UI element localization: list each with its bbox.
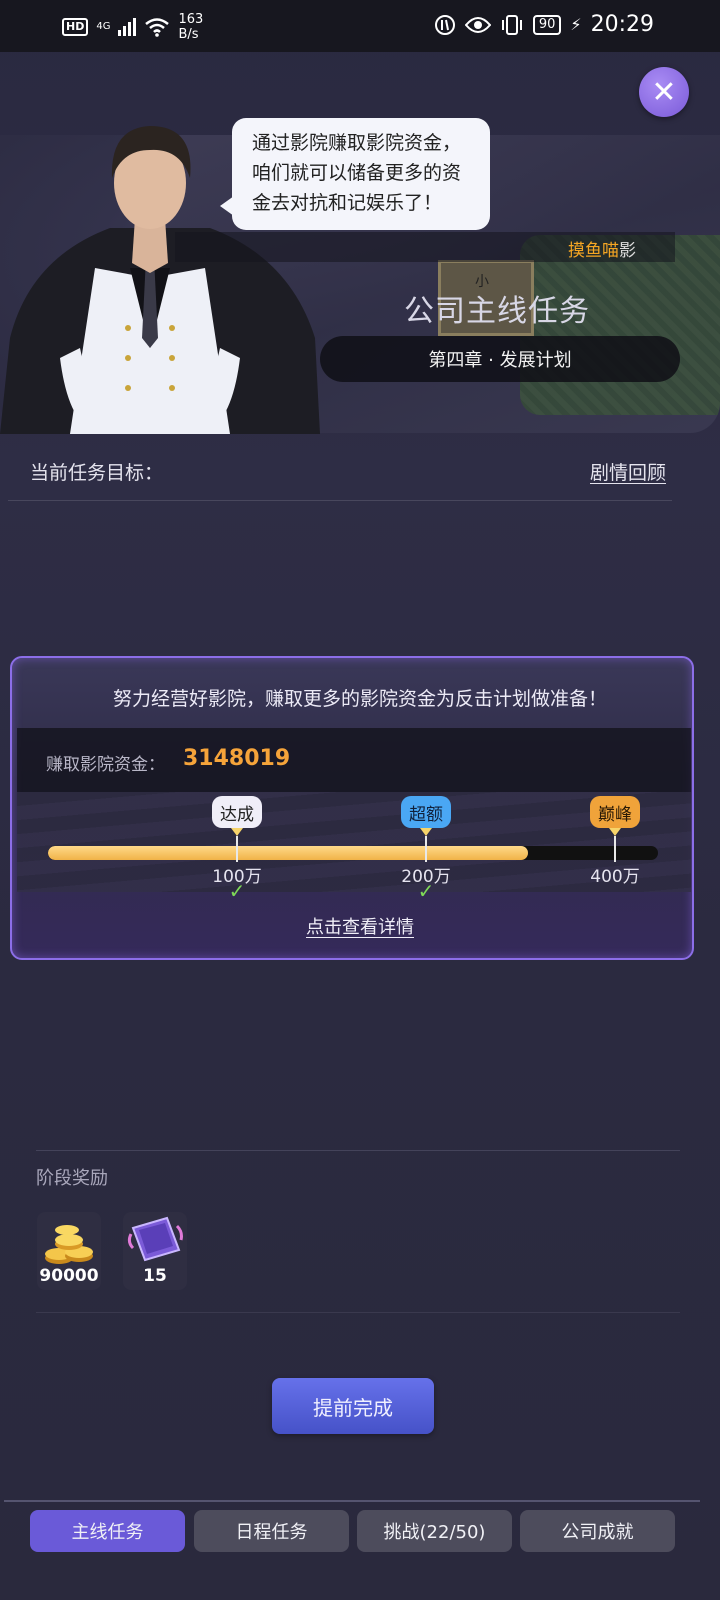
battery-level: 90	[532, 14, 562, 35]
earn-label: 赚取影院资金：	[46, 755, 165, 775]
milestone-value: 400万	[590, 867, 640, 887]
milestone-arrow	[609, 828, 621, 836]
speech-line-3: 金去对抗和记娱乐了！	[252, 192, 443, 214]
status-bar: HD 4G 163 B/s 90 ⚡ 20:29	[0, 0, 720, 52]
finish-early-label: 提前完成	[313, 1395, 393, 1420]
milestone-tick	[614, 836, 616, 862]
speed-value: 163	[178, 12, 204, 27]
story-review-link[interactable]: 剧情回顾	[590, 458, 666, 485]
milestone-tag: 达成	[212, 796, 262, 828]
tab-label: 公司成就	[561, 1522, 634, 1543]
milestone-1: 达成 100万 ✓	[208, 796, 266, 903]
milestone-tag: 巅峰	[590, 796, 640, 828]
reward-amount: 15	[143, 1266, 167, 1286]
watermark: 摸鱼喵影	[568, 236, 636, 261]
tab-label: 日程任务	[235, 1522, 308, 1543]
eye-icon	[464, 16, 491, 33]
milestone-tick	[425, 836, 427, 862]
divider	[8, 500, 672, 501]
finish-early-button[interactable]: 提前完成	[272, 1378, 434, 1434]
chapter-pill: 第四章 · 发展计划	[320, 336, 680, 382]
milestone-tag: 超额	[401, 796, 451, 828]
charging-icon: ⚡	[570, 15, 582, 34]
milestone-arrow	[231, 828, 243, 836]
hd-badge: HD	[62, 18, 89, 36]
vibrate-icon	[501, 14, 522, 35]
progress-fill	[48, 846, 529, 860]
divider	[36, 1312, 680, 1313]
tab-company-achievements[interactable]: 公司成就	[520, 1510, 675, 1552]
tab-main-mission[interactable]: 主线任务	[30, 1510, 185, 1552]
milestone-tick	[236, 836, 238, 862]
network-speed: 163 B/s	[178, 12, 203, 42]
current-goal-label: 当前任务目标：	[30, 462, 164, 484]
signal-icon	[118, 18, 137, 36]
watermark-part-b: 影	[619, 241, 636, 261]
close-button[interactable]: ✕	[639, 67, 689, 117]
tab-label: 挑战(22/50)	[383, 1522, 486, 1543]
check-icon: ✓	[417, 879, 435, 903]
tab-challenges[interactable]: 挑战(22/50)	[357, 1510, 512, 1552]
mission-title: 公司主线任务	[404, 294, 590, 329]
milestone-2: 超额 200万 ✓	[397, 796, 455, 903]
milestone-arrow	[420, 828, 432, 836]
speed-unit: B/s	[178, 27, 199, 42]
check-icon: ✓	[228, 879, 246, 903]
chapter-label: 第四章 · 发展计划	[428, 350, 572, 371]
task-description: 努力经营好影院，赚取更多的影院资金为反击计划做准备！	[112, 688, 607, 710]
progress-bar	[48, 846, 658, 860]
watermark-part-a: 摸鱼喵	[568, 241, 619, 261]
network-type: 4G	[96, 21, 111, 32]
stage-rewards-heading: 阶段奖励	[36, 1168, 108, 1189]
speech-bubble: 通过影院赚取影院资金， 咱们就可以储备更多的资 金去对抗和记娱乐了！	[220, 118, 490, 230]
purple-card-icon	[127, 1216, 183, 1262]
tab-label: 主线任务	[71, 1522, 144, 1543]
earn-value: 3148019	[183, 746, 291, 771]
tab-daily-tasks[interactable]: 日程任务	[194, 1510, 349, 1552]
milestone-3: 巅峰 400万	[586, 796, 644, 887]
reward-amount: 90000	[39, 1266, 99, 1286]
gold-coins-icon	[45, 1225, 93, 1264]
wifi-icon	[145, 18, 170, 37]
data-saver-icon	[434, 14, 455, 35]
speech-line-1: 通过影院赚取影院资金，	[252, 132, 462, 154]
speech-line-2: 咱们就可以储备更多的资	[252, 162, 462, 184]
reward-item-card[interactable]: 15	[123, 1212, 187, 1290]
divider	[36, 1150, 680, 1151]
reward-item-coins[interactable]: 90000	[37, 1212, 101, 1290]
tabbar-divider	[4, 1500, 700, 1502]
clock: 20:29	[590, 12, 654, 37]
view-details-link[interactable]: 点击查看详情	[0, 913, 720, 939]
close-icon: ✕	[651, 74, 677, 110]
